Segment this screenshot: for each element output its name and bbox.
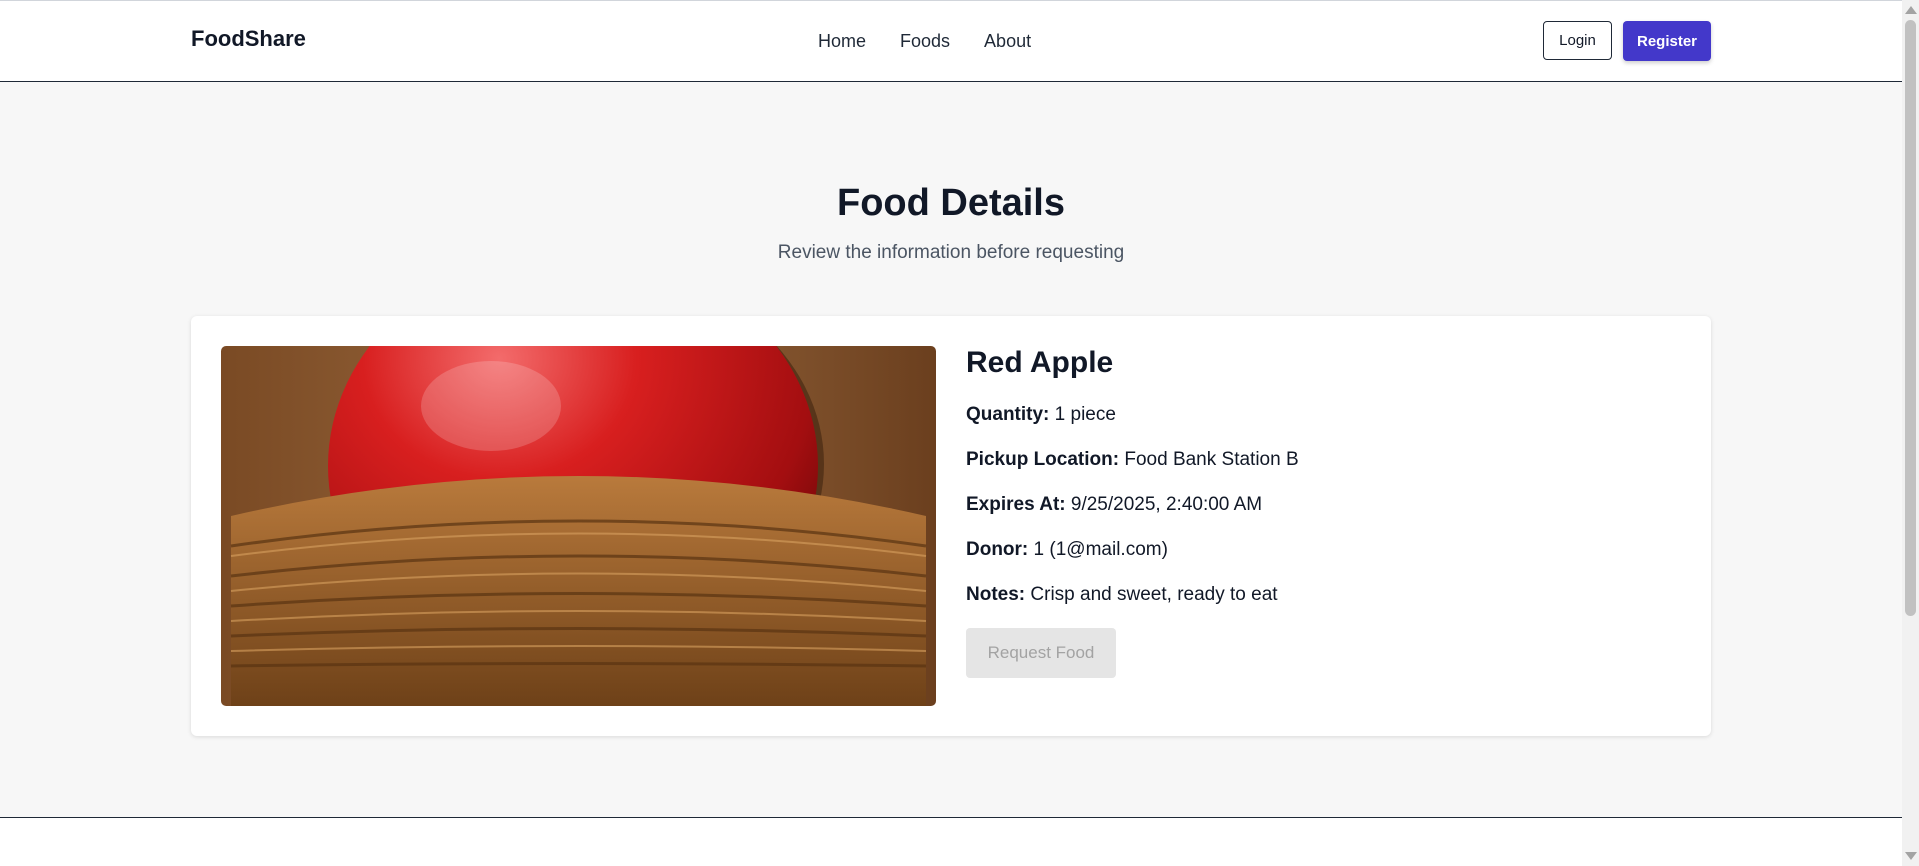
quantity-field: Quantity: 1 piece (966, 402, 1299, 428)
apple-in-basket-photo (221, 346, 936, 706)
main-content: Food Details Review the information befo… (0, 82, 1902, 818)
pickup-location-label: Pickup Location: (966, 449, 1120, 470)
vertical-scrollbar[interactable] (1902, 0, 1919, 866)
expires-at-value: 9/25/2025, 2:40:00 AM (1070, 494, 1263, 515)
food-detail-card: Red Apple Quantity: 1 piece Pickup Locat… (191, 316, 1711, 736)
expires-at-field: Expires At: 9/25/2025, 2:40:00 AM (966, 492, 1299, 518)
login-button[interactable]: Login (1543, 21, 1612, 60)
scrollbar-thumb[interactable] (1905, 20, 1916, 616)
main-nav: Home Foods About (818, 31, 1031, 52)
pickup-location-field: Pickup Location: Food Bank Station B (966, 447, 1299, 473)
expires-at-label: Expires At: (966, 494, 1066, 515)
notes-label: Notes: (966, 584, 1026, 605)
notes-field: Notes: Crisp and sweet, ready to eat (966, 582, 1299, 608)
food-name: Red Apple (966, 346, 1114, 379)
site-header: FoodShare Home Foods About Login Registe… (0, 1, 1902, 82)
register-button[interactable]: Register (1623, 21, 1711, 61)
donor-field: Donor: 1 (1@mail.com) (966, 537, 1299, 563)
quantity-label: Quantity: (966, 404, 1050, 425)
nav-foods-link[interactable]: Foods (900, 31, 950, 52)
quantity-value: 1 piece (1054, 404, 1116, 425)
food-info: Red Apple Quantity: 1 piece Pickup Locat… (966, 346, 1299, 678)
browser-viewport: FoodShare Home Foods About Login Registe… (0, 0, 1902, 866)
donor-label: Donor: (966, 539, 1029, 560)
nav-home-link[interactable]: Home (818, 31, 866, 52)
scroll-up-arrow-icon[interactable] (1905, 6, 1917, 14)
page-subtitle: Review the information before requesting (777, 242, 1125, 263)
donor-value: 1 (1@mail.com) (1033, 539, 1168, 560)
pickup-location-value: Food Bank Station B (1124, 449, 1299, 470)
notes-value: Crisp and sweet, ready to eat (1030, 584, 1278, 605)
scroll-down-arrow-icon[interactable] (1905, 852, 1917, 860)
nav-about-link[interactable]: About (984, 31, 1031, 52)
brand-logo[interactable]: FoodShare (191, 26, 306, 52)
page-title: Food Details (836, 182, 1066, 224)
request-food-button[interactable]: Request Food (966, 628, 1116, 678)
